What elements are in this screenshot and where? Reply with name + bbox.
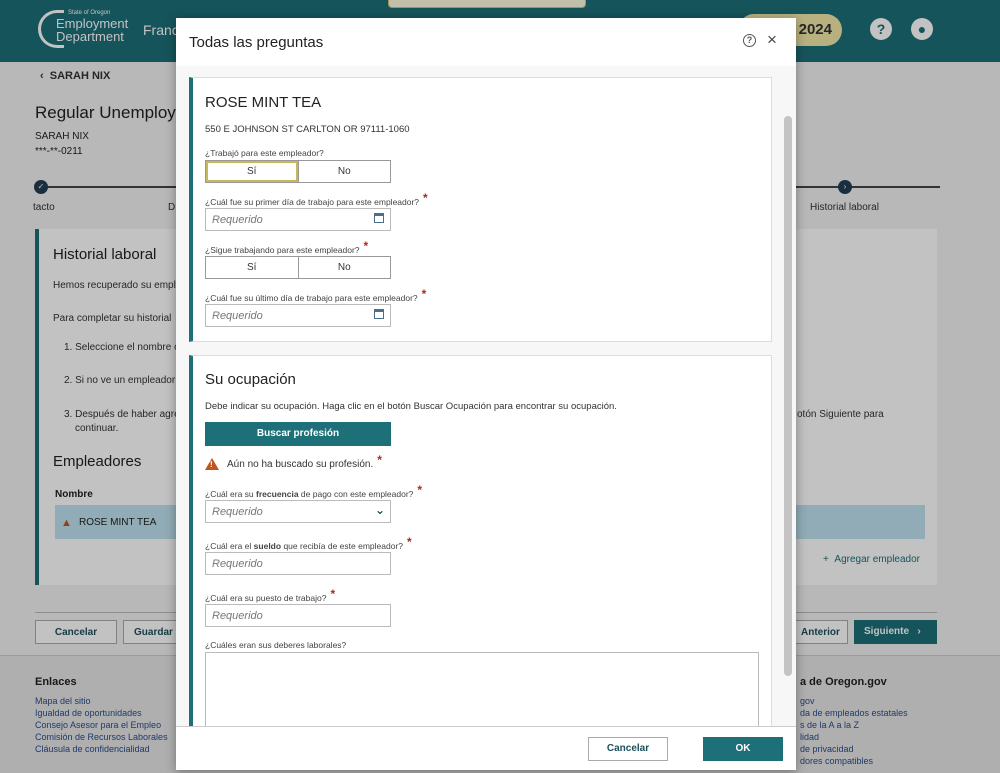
q-freq-post: de pago con este empleador?	[298, 489, 414, 499]
dialog-cancel-button[interactable]: Cancelar	[588, 737, 668, 761]
help-icon[interactable]: ?	[743, 34, 756, 47]
job-title-placeholder: Requerido	[212, 610, 263, 622]
question-wage-label: ¿Cuál era el sueldo que recibía de este …	[205, 535, 412, 552]
occupation-section: Su ocupación Debe indicar su ocupación. …	[189, 355, 772, 726]
required-marker: *	[407, 535, 412, 549]
chevron-down-icon: ⌄	[374, 503, 385, 517]
first-day-date-input[interactable]: Requerido	[205, 208, 391, 231]
still-working-toggle: Sí No	[205, 256, 391, 279]
still-working-yes-option[interactable]: Sí	[206, 257, 298, 278]
required-marker: *	[417, 483, 423, 497]
employer-section: ROSE MINT TEA 550 E JOHNSON ST CARLTON O…	[189, 77, 772, 342]
q-freq-bold: frecuencia	[256, 489, 299, 499]
employer-name: ROSE MINT TEA	[205, 94, 322, 111]
close-icon[interactable]: ×	[767, 30, 777, 50]
dialog-footer: Cancelar OK	[176, 726, 796, 770]
job-title-input[interactable]: Requerido	[205, 604, 391, 627]
search-occupation-button[interactable]: Buscar profesión	[205, 422, 391, 446]
pay-frequency-placeholder: Requerido	[212, 506, 263, 518]
question-pay-frequency-label: ¿Cuál era su frecuencia de pago con este…	[205, 483, 423, 500]
q-wage-post: que recibía de este empleador?	[281, 541, 403, 551]
question-last-day-text: ¿Cuál fue su último día de trabajo para …	[205, 293, 418, 303]
dialog-ok-button[interactable]: OK	[703, 737, 783, 761]
dialog-header: Todas las preguntas ? ×	[176, 18, 796, 66]
question-still-working-text: ¿Sigue trabajando para este empleador?	[205, 245, 360, 255]
question-last-day-label: ¿Cuál fue su último día de trabajo para …	[205, 287, 427, 304]
required-marker: *	[423, 191, 428, 205]
warning-icon: !	[205, 458, 219, 471]
occupation-title: Su ocupación	[205, 371, 296, 388]
occupation-warning-text: Aún no ha buscado su profesión.	[227, 459, 374, 470]
still-working-no-option[interactable]: No	[297, 257, 391, 278]
question-first-day-label: ¿Cuál fue su primer día de trabajo para …	[205, 191, 428, 208]
dialog-body[interactable]: ROSE MINT TEA 550 E JOHNSON ST CARLTON O…	[176, 66, 796, 726]
question-job-title-label: ¿Cuál era su puesto de trabajo? *	[205, 587, 336, 604]
last-day-date-input[interactable]: Requerido	[205, 304, 391, 327]
calendar-icon[interactable]	[374, 309, 384, 319]
wage-input[interactable]: Requerido	[205, 552, 391, 575]
wage-placeholder: Requerido	[212, 558, 263, 570]
all-questions-dialog: Todas las preguntas ? × ROSE MINT TEA 55…	[176, 18, 796, 770]
required-marker: *	[363, 239, 369, 253]
worked-yes-option[interactable]: Sí	[206, 161, 298, 182]
pay-frequency-select[interactable]: Requerido ⌄	[205, 500, 391, 523]
occupation-warning: ! Aún no ha buscado su profesión. *	[205, 453, 382, 471]
question-still-working-label: ¿Sigue trabajando para este empleador? *	[205, 239, 369, 256]
job-duties-textarea[interactable]	[205, 652, 759, 726]
first-day-placeholder: Requerido	[212, 214, 263, 226]
question-job-title-text: ¿Cuál era su puesto de trabajo?	[205, 593, 327, 603]
question-worked-label: ¿Trabajó para este empleador?	[205, 148, 324, 158]
calendar-icon[interactable]	[374, 213, 384, 223]
last-day-placeholder: Requerido	[212, 310, 263, 322]
q-wage-bold: sueldo	[253, 541, 282, 551]
required-marker: *	[377, 453, 382, 467]
q-freq-pre: ¿Cuál era su	[205, 489, 257, 499]
question-duties-label: ¿Cuáles eran sus deberes laborales?	[205, 640, 347, 650]
worked-no-option[interactable]: No	[297, 161, 391, 182]
dialog-scrollbar[interactable]	[784, 116, 792, 676]
worked-toggle: Sí No	[205, 160, 391, 183]
occupation-instructions: Debe indicar su ocupación. Haga clic en …	[205, 401, 617, 412]
employer-address: 550 E JOHNSON ST CARLTON OR 97111-1060	[205, 124, 410, 135]
question-first-day-text: ¿Cuál fue su primer día de trabajo para …	[205, 197, 420, 207]
required-marker: *	[330, 587, 336, 601]
required-marker: *	[421, 287, 427, 301]
q-wage-pre: ¿Cuál era el	[205, 541, 254, 551]
dialog-title: Todas las preguntas	[189, 34, 324, 51]
